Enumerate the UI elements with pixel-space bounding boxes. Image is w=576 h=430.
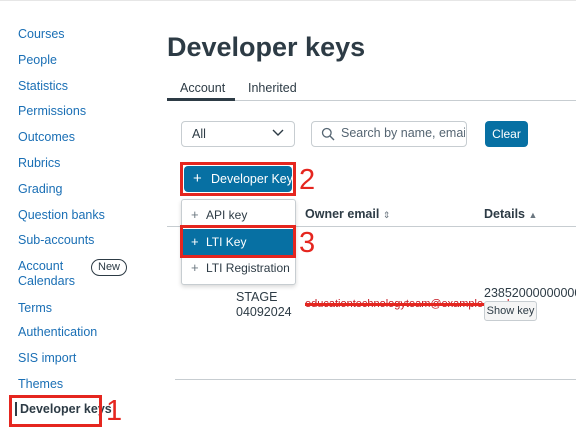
key-type-select[interactable]: All (181, 121, 295, 147)
nav-question-banks[interactable]: Question banks (18, 208, 105, 222)
chevron-down-icon (272, 126, 284, 141)
nav-people[interactable]: People (18, 53, 57, 67)
key-id: 23852000000000 (484, 286, 576, 300)
owner-email-column-header[interactable]: Owner email ⇕ (305, 207, 390, 221)
nav-account-calendars[interactable]: Account Calendars (18, 259, 76, 289)
nav-grading[interactable]: Grading (18, 182, 62, 196)
search-icon (321, 127, 335, 141)
nav-sub-accounts[interactable]: Sub-accounts (18, 233, 94, 247)
owner-email-redacted: educationtechnologyteam@example.ac.uk (305, 298, 513, 310)
search-field[interactable] (311, 121, 467, 147)
details-header-label: Details (484, 207, 525, 221)
new-badge: New (91, 259, 128, 276)
active-tab-indicator (167, 98, 235, 101)
nav-authentication[interactable]: Authentication (18, 325, 97, 339)
plus-icon: + (191, 260, 199, 275)
annotation-box-2 (180, 162, 296, 196)
nav-sis-import[interactable]: SIS import (18, 351, 76, 365)
nav-permissions[interactable]: Permissions (18, 104, 86, 118)
annotation-box-1 (9, 395, 102, 427)
top-divider (0, 0, 576, 1)
nav-courses[interactable]: Courses (18, 27, 65, 41)
page-title: Developer keys (167, 32, 366, 62)
nav-statistics[interactable]: Statistics (18, 79, 68, 93)
nav-outcomes[interactable]: Outcomes (18, 130, 75, 144)
key-name-line2: 04092024 (236, 305, 292, 319)
nav-rubrics[interactable]: Rubrics (18, 156, 60, 170)
select-value: All (192, 127, 206, 141)
owner-email-header-label: Owner email (305, 207, 380, 221)
annotation-box-3 (180, 225, 296, 258)
details-column-header[interactable]: Details ▲ (484, 207, 537, 221)
annotation-number-2: 2 (299, 164, 316, 196)
nav-terms[interactable]: Terms (18, 301, 52, 315)
key-name-line1: STAGE (236, 290, 278, 304)
search-input[interactable] (341, 126, 465, 140)
annotation-number-1: 1 (106, 395, 123, 427)
menu-item-lti-registration[interactable]: + LTI Registration (182, 255, 293, 281)
show-key-button[interactable]: Show key (484, 301, 537, 321)
table-bottom-divider (175, 379, 576, 380)
clear-button[interactable]: Clear (485, 121, 528, 147)
tab-account[interactable]: Account (180, 81, 225, 95)
nav-themes[interactable]: Themes (18, 377, 63, 391)
menu-item-label: LTI Registration (206, 261, 290, 275)
annotation-number-3: 3 (299, 227, 316, 259)
sort-ascending-icon: ▲ (528, 210, 538, 220)
sort-icon: ⇕ (382, 210, 391, 220)
tab-inherited[interactable]: Inherited (248, 81, 297, 95)
